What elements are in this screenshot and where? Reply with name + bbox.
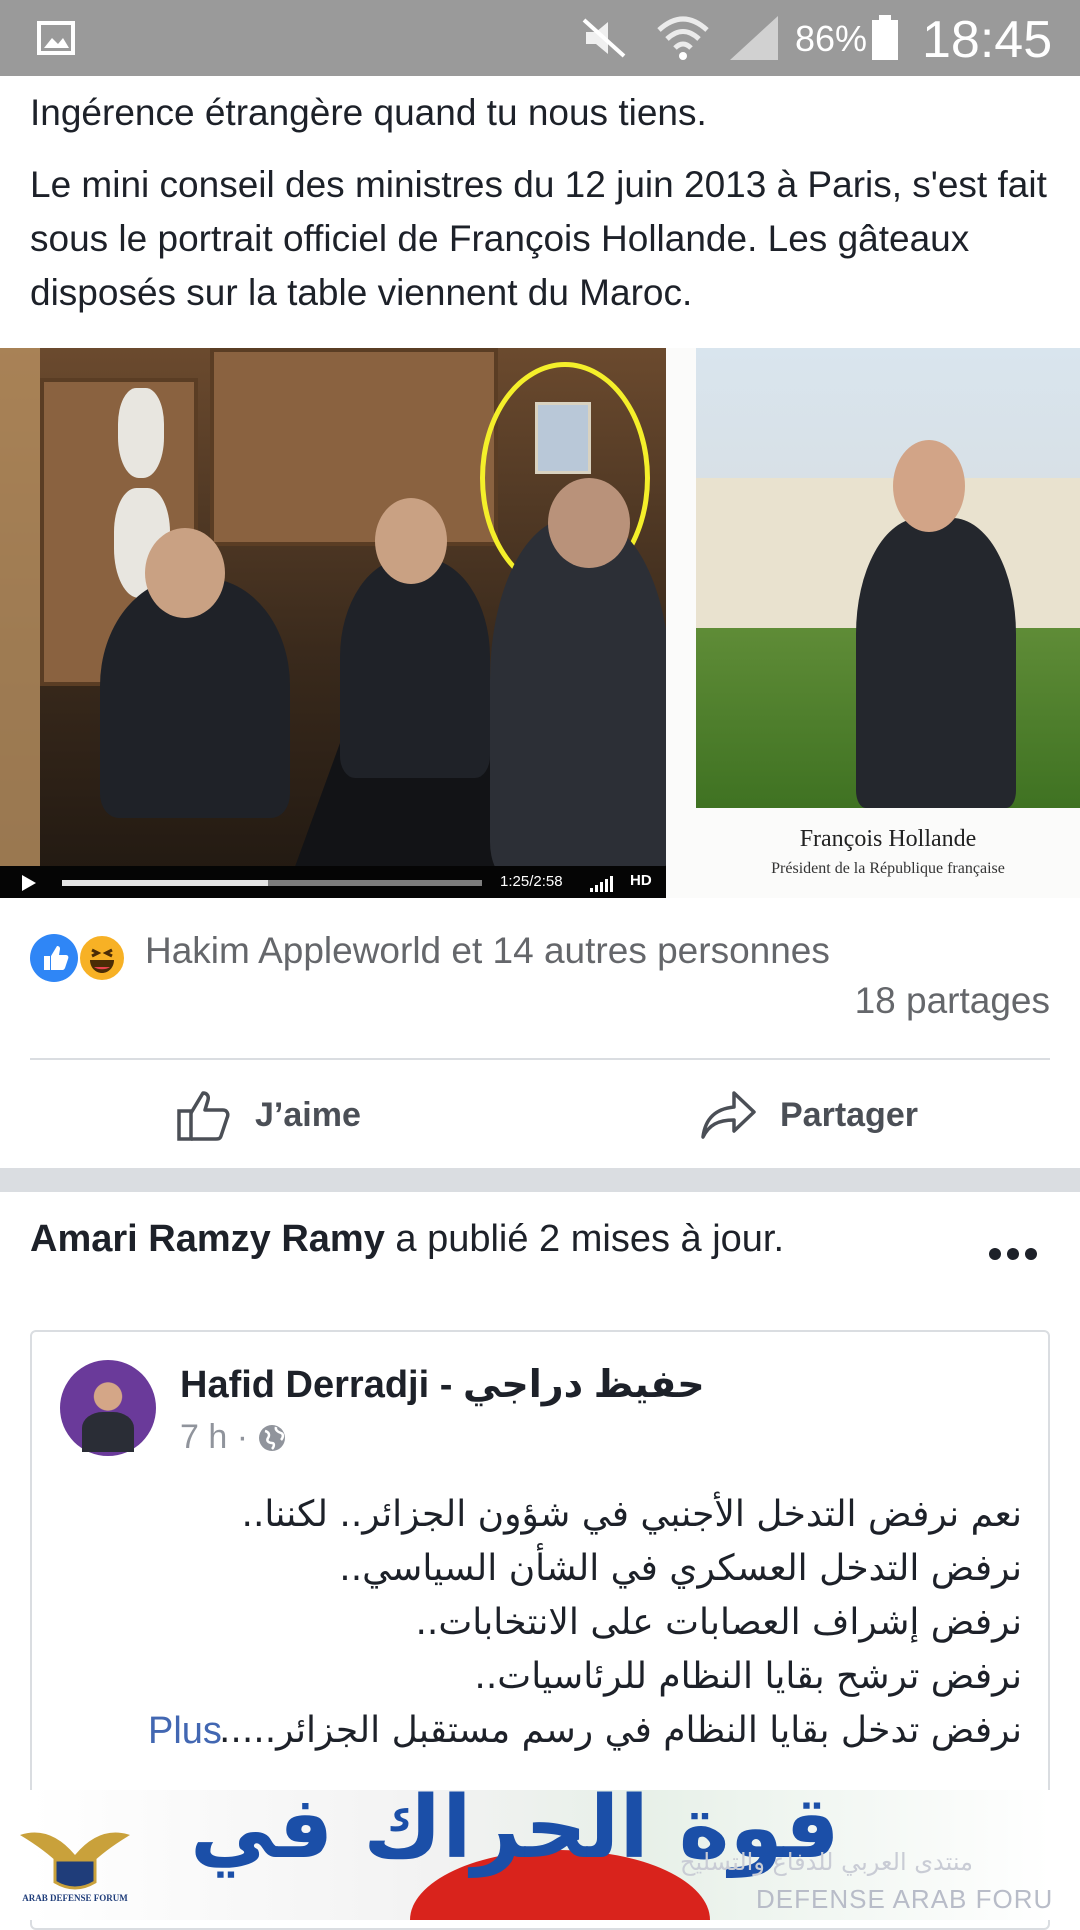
wifi-icon	[657, 16, 709, 60]
person-right	[490, 518, 666, 878]
forum-logo: ARAB DEFENSE FORUM	[20, 1832, 130, 1903]
feed-separator	[0, 1168, 1080, 1192]
hd-badge[interactable]: HD	[630, 872, 652, 889]
status-bar: 86% 18:45	[0, 0, 1080, 76]
reaction-summary[interactable]: Hakim Appleworld et 14 autres personnes	[145, 930, 830, 972]
clock: 18:45	[922, 11, 1053, 69]
shared-post-author[interactable]: Hafid Derradji - حفيظ دراجي	[180, 1362, 705, 1407]
official-portrait-image[interactable]: François Hollande Président de la Républ…	[666, 348, 1080, 898]
see-more-link[interactable]: Plus	[148, 1710, 222, 1753]
share-arrow-icon	[701, 1091, 756, 1139]
wood-panel	[210, 348, 498, 546]
vase	[118, 388, 164, 478]
video-still-image[interactable]: 1:25/2:58 HD	[0, 348, 666, 898]
shared-post-line: نرفض تدخل بقايا النظام في رسم مستقبل الج…	[218, 1710, 1022, 1751]
shared-post-text: نعم نرفض التدخل الأجنبي في شؤون الجزائر.…	[162, 1488, 1022, 1758]
person-center-head	[375, 498, 447, 584]
post-time[interactable]: 7 h ·	[180, 1418, 248, 1457]
like-label: J’aime	[255, 1095, 361, 1134]
watermark-arabic: منتدى العربي للدفاع والتسليح	[680, 1848, 973, 1876]
shared-post-line: نرفض إشراف العصابات على الانتخابات..	[415, 1602, 1022, 1643]
signal-icon	[730, 16, 778, 60]
share-button[interactable]: Partager	[700, 1080, 918, 1150]
play-icon[interactable]	[22, 875, 36, 891]
video-time: 1:25/2:58	[500, 873, 563, 890]
shares-count[interactable]: 18 partages	[855, 980, 1050, 1022]
portrait-figure-head	[893, 440, 965, 532]
video-seek-bar[interactable]	[62, 880, 482, 886]
battery-icon	[872, 15, 898, 60]
shared-post-line: نرفض ترشح بقايا النظام للرئاسيات..	[474, 1656, 1022, 1697]
post2-header: Amari Ramzy Ramy a publié 2 mises à jour…	[30, 1218, 784, 1261]
avatar-figure	[82, 1412, 134, 1452]
haha-reaction-icon	[78, 934, 126, 982]
person-right-head	[548, 478, 630, 568]
globe-icon	[259, 1424, 286, 1451]
post2-action-text: a publié 2 mises à jour.	[384, 1218, 785, 1260]
portrait-caption-name: François Hollande	[799, 826, 977, 852]
like-reaction-icon	[30, 934, 78, 982]
gallery-notification-icon	[37, 21, 75, 55]
shared-post-line: نرفض التدخل العسكري في الشأن السياسي..	[339, 1548, 1022, 1589]
thumbs-up-icon	[177, 1091, 230, 1141]
post-caption-line: Ingérence étrangère quand tu nous tiens.	[30, 92, 707, 133]
battery-percent: 86%	[795, 18, 868, 59]
portrait-caption-title: Président de la République française	[771, 860, 1005, 877]
post-caption-body: Le mini conseil des ministres du 12 juin…	[30, 164, 1047, 313]
divider	[30, 1058, 1050, 1060]
video-controls[interactable]: 1:25/2:58 HD	[0, 866, 666, 898]
video-progress	[62, 880, 268, 886]
post2-actor-link[interactable]: Amari Ramzy Ramy	[30, 1218, 385, 1260]
curtain	[0, 348, 40, 898]
share-label: Partager	[780, 1095, 918, 1134]
portrait-figure	[856, 518, 1016, 808]
shared-post-line: نعم نرفض التدخل الأجنبي في شؤون الجزائر.…	[241, 1494, 1023, 1535]
mute-icon	[582, 18, 626, 58]
svg-text:ARAB DEFENSE FORUM: ARAB DEFENSE FORUM	[22, 1893, 128, 1903]
shared-post-meta: 7 h ·	[180, 1418, 288, 1457]
person-center	[340, 558, 490, 778]
volume-bars-icon[interactable]	[590, 874, 618, 892]
like-button[interactable]: J’aime	[175, 1080, 361, 1150]
person-left-head	[145, 528, 225, 618]
watermark-text: DEFENSE ARAB FORU	[756, 1884, 1054, 1914]
more-options-icon[interactable]	[988, 1247, 1038, 1261]
